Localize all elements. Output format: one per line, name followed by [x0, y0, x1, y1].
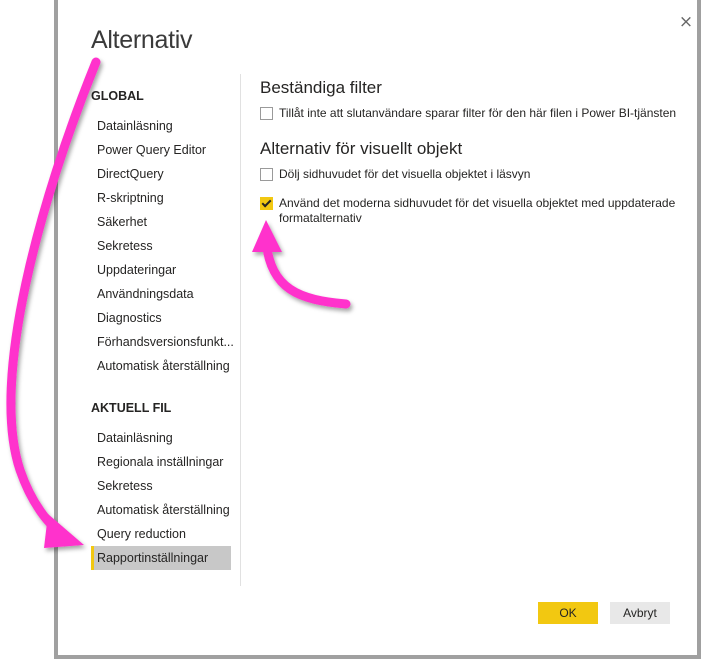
sidebar-item-r-scripting[interactable]: R-skriptning	[91, 186, 231, 210]
option-hide-visual-header[interactable]: Dölj sidhuvudet för det visuella objekte…	[260, 167, 690, 182]
sidebar-item-security[interactable]: Säkerhet	[91, 210, 231, 234]
checkbox-hide-visual-header[interactable]	[260, 168, 273, 181]
cancel-button[interactable]: Avbryt	[610, 602, 670, 624]
checkbox-modern-visual-header[interactable]	[260, 197, 273, 210]
option-label: Dölj sidhuvudet för det visuella objekte…	[279, 167, 531, 181]
sidebar-item-updates[interactable]: Uppdateringar	[91, 258, 231, 282]
dialog-title: Alternativ	[91, 26, 193, 54]
sidebar-heading-current-file: AKTUELL FIL	[91, 401, 172, 415]
sidebar-item-file-auto-recovery[interactable]: Automatisk återställning	[91, 498, 231, 522]
option-modern-visual-header[interactable]: Använd det moderna sidhuvudet för det vi…	[260, 196, 690, 226]
sidebar-item-global-data-load[interactable]: Datainläsning	[91, 114, 231, 138]
sidebar-item-power-query-editor[interactable]: Power Query Editor	[91, 138, 231, 162]
ok-button[interactable]: OK	[538, 602, 598, 624]
sidebar-item-global-privacy[interactable]: Sekretess	[91, 234, 231, 258]
settings-content: Beständiga filter Tillåt inte att slutan…	[260, 78, 690, 236]
sidebar-item-regional-settings[interactable]: Regionala inställningar	[91, 450, 231, 474]
sidebar-item-file-data-load[interactable]: Datainläsning	[91, 426, 231, 450]
sidebar-item-directquery[interactable]: DirectQuery	[91, 162, 231, 186]
section-title-persistent-filters: Beständiga filter	[260, 78, 382, 97]
option-label: Tillåt inte att slutanvändare sparar fil…	[279, 106, 677, 120]
sidebar-item-query-reduction[interactable]: Query reduction	[91, 522, 231, 546]
options-dialog: × Alternativ GLOBAL Datainläsning Power …	[54, 0, 701, 659]
sidebar-item-report-settings[interactable]: Rapportinställningar	[91, 546, 231, 570]
checkbox-disallow-persistent-filters[interactable]	[260, 107, 273, 120]
option-disallow-persistent-filters[interactable]: Tillåt inte att slutanvändare sparar fil…	[260, 106, 690, 121]
sidebar-item-usage-data[interactable]: Användningsdata	[91, 282, 231, 306]
sidebar-item-diagnostics[interactable]: Diagnostics	[91, 306, 231, 330]
close-icon[interactable]: ×	[678, 14, 694, 31]
sidebar-item-file-privacy[interactable]: Sekretess	[91, 474, 231, 498]
sidebar-divider	[240, 74, 241, 586]
option-label: Använd det moderna sidhuvudet för det vi…	[279, 196, 676, 225]
sidebar-item-preview-features[interactable]: Förhandsversionsfunkt...	[91, 330, 234, 354]
sidebar: GLOBAL Datainläsning Power Query Editor …	[91, 84, 234, 570]
sidebar-heading-global: GLOBAL	[91, 89, 144, 103]
section-title-visual-options: Alternativ för visuellt objekt	[260, 139, 463, 158]
sidebar-item-global-auto-recovery[interactable]: Automatisk återställning	[91, 354, 231, 378]
